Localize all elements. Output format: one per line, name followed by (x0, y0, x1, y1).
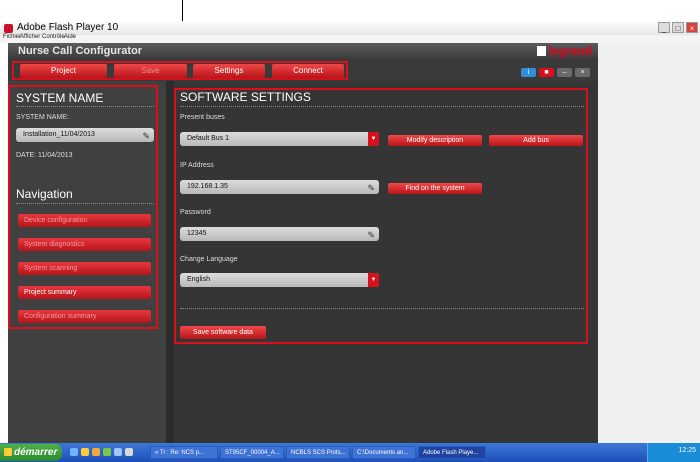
window-controls: _ □ × (658, 22, 698, 33)
highlight-sidebar (8, 85, 158, 329)
start-button[interactable]: démarrer (0, 444, 62, 461)
app-header: Nurse Call Configurator legrand (8, 43, 598, 59)
minimize-button[interactable]: _ (658, 22, 670, 33)
menu-aide[interactable]: Aide (64, 34, 76, 40)
menu-afficher[interactable]: Afficher (20, 34, 40, 40)
legrand-mark-icon (536, 46, 546, 56)
task-item-flash-player[interactable]: Adobe Flash Playe... (418, 446, 486, 459)
maximize-button[interactable]: □ (672, 22, 684, 33)
highlight-main (174, 88, 588, 344)
quicklaunch-app2-icon[interactable] (114, 448, 122, 456)
brand-logo: legrand (536, 44, 592, 58)
app-title: Nurse Call Configurator (18, 45, 143, 57)
quicklaunch-app3-icon[interactable] (125, 448, 133, 456)
quicklaunch-folder-icon[interactable] (92, 448, 100, 456)
taskbar: démarrer « Tr : Re: NCS p... ST95CF_0000… (0, 443, 700, 462)
clock: 12:25 (678, 447, 696, 454)
quicklaunch-mail-icon[interactable] (81, 448, 89, 456)
app-window: Nurse Call Configurator legrand Project … (8, 43, 598, 443)
minimize-icon[interactable]: – (557, 68, 572, 77)
window-titlebar: Adobe Flash Player 10 _ □ × (0, 21, 700, 36)
windows-logo-icon (4, 448, 12, 456)
menubar: Fichier Afficher Contrôle Aide (0, 34, 700, 43)
task-item-ncbls[interactable]: NCBLS SCS Prots... (286, 446, 350, 459)
task-item-documents[interactable]: C:\Documents an... (352, 446, 416, 459)
system-tray: 12:25 (647, 443, 700, 462)
close-icon[interactable]: × (575, 68, 590, 77)
app-controls: i ■ – × (521, 68, 590, 77)
quicklaunch-app-icon[interactable] (103, 448, 111, 456)
task-item-mail[interactable]: « Tr : Re: NCS p... (150, 446, 218, 459)
flag-icon[interactable]: ■ (539, 68, 554, 77)
window-title: Adobe Flash Player 10 (17, 22, 119, 33)
highlight-topnav (12, 61, 348, 80)
task-item-st95[interactable]: ST95CF_00004_A... (220, 446, 284, 459)
info-icon[interactable]: i (521, 68, 536, 77)
close-button[interactable]: × (686, 22, 698, 33)
menu-controle[interactable]: Contrôle (42, 34, 65, 40)
menu-fichier[interactable]: Fichier (3, 34, 21, 40)
flash-player-icon (4, 24, 13, 33)
desktop-background (598, 43, 700, 443)
brand-name: legrand (548, 44, 592, 58)
quicklaunch-ie-icon[interactable] (70, 448, 78, 456)
start-label: démarrer (14, 447, 58, 458)
